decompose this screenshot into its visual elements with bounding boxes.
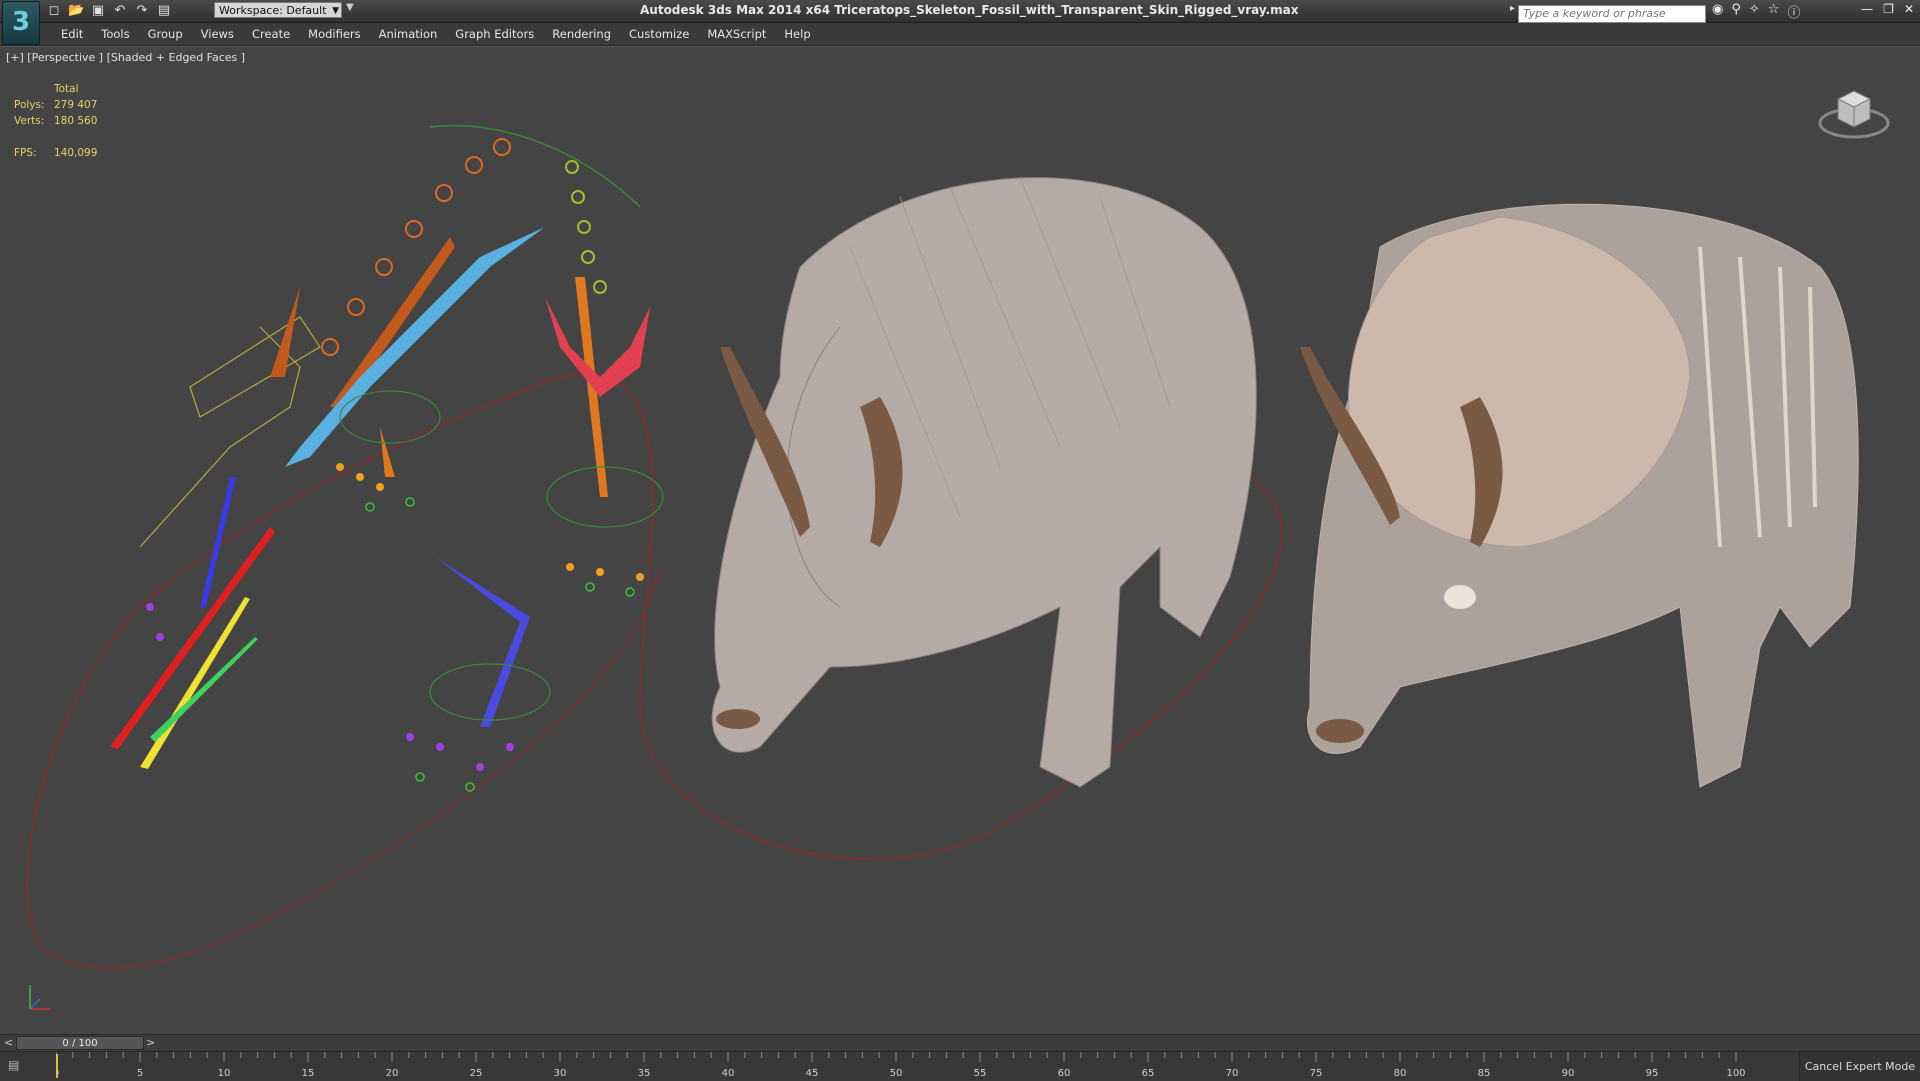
minimize-icon[interactable]: —: [1861, 2, 1873, 16]
stats-header: Total: [54, 83, 79, 95]
viewport-label[interactable]: [+] [Perspective ] [Shaded + Edged Faces…: [6, 51, 245, 64]
path-spline-secondary[interactable]: [39, 566, 661, 969]
ruler-tick-label: 100: [1726, 1068, 1745, 1079]
save-icon[interactable]: ▣: [90, 3, 106, 19]
infocenter-toolbar: ◉ ⚲ ✧ ☆ ⓘ: [1712, 2, 1800, 21]
time-previous-button[interactable]: <: [4, 1035, 13, 1051]
polys-value: 279 407: [54, 99, 98, 111]
fps-label: FPS:: [14, 147, 37, 159]
menu-help[interactable]: Help: [775, 23, 819, 45]
scene-canvas[interactable]: [0, 47, 1920, 1035]
menu-modifiers[interactable]: Modifiers: [299, 23, 370, 45]
restore-icon[interactable]: ❐: [1883, 2, 1894, 16]
quick-access-toolbar: ◻ 📂 ▣ ↶ ↷ ▤: [46, 2, 172, 20]
ruler-tick-label: 55: [974, 1068, 987, 1079]
menu-group[interactable]: Group: [139, 23, 192, 45]
ruler-tick-label: 30: [554, 1068, 567, 1079]
ruler-tick-label: 40: [722, 1068, 735, 1079]
title-bar: 3 ◻ 📂 ▣ ↶ ↷ ▤ Workspace: Default ▼ ▼ Aut…: [0, 0, 1920, 45]
ruler-tick-label: 50: [890, 1068, 903, 1079]
frame-ruler[interactable]: 0510152025303540455055606570758085909510…: [56, 1052, 1756, 1081]
redo-icon[interactable]: ↷: [134, 3, 150, 19]
search-expand-icon[interactable]: ▸: [1510, 3, 1515, 14]
ruler-tick-label: 90: [1562, 1068, 1575, 1079]
star-communication-icon[interactable]: ✧: [1749, 2, 1760, 21]
ruler-tick-label: 65: [1142, 1068, 1155, 1079]
workspace-dropdown[interactable]: Workspace: Default ▼: [214, 2, 342, 18]
ruler-tick-label: 80: [1394, 1068, 1407, 1079]
project-folder-icon[interactable]: ▤: [156, 3, 172, 19]
triceratops-skeleton-fossil[interactable]: [1300, 203, 1859, 788]
qat-customize-icon[interactable]: ▼: [346, 2, 354, 13]
menu-views[interactable]: Views: [192, 23, 243, 45]
search-input[interactable]: [1518, 4, 1706, 23]
ruler-tick-label: 85: [1478, 1068, 1491, 1079]
menu-tools[interactable]: Tools: [92, 23, 138, 45]
time-next-button[interactable]: >: [146, 1035, 155, 1051]
triceratops-skin-mesh[interactable]: [711, 176, 1257, 788]
menu-graph-editors[interactable]: Graph Editors: [446, 23, 543, 45]
window-title: Autodesk 3ds Max 2014 x64 Triceratops_Sk…: [640, 3, 1299, 17]
star-icon[interactable]: ☆: [1768, 2, 1780, 21]
menu-edit[interactable]: Edit: [52, 23, 92, 45]
undo-icon[interactable]: ↶: [112, 3, 128, 19]
mini-curve-editor-icon[interactable]: ▤: [8, 1058, 32, 1074]
ruler-tick-label: 25: [470, 1068, 483, 1079]
viewcube-icon[interactable]: [1816, 79, 1892, 145]
ruler-tick-label: 75: [1310, 1068, 1323, 1079]
menu-animation[interactable]: Animation: [370, 23, 447, 45]
close-icon[interactable]: ✕: [1904, 2, 1914, 16]
ruler-tick-label: 70: [1226, 1068, 1239, 1079]
time-slider-bar: < 0 / 100 >: [0, 1034, 1920, 1051]
chevron-down-icon: ▼: [332, 6, 339, 16]
ruler-tick-label: 5: [137, 1068, 143, 1079]
binoculars-icon[interactable]: ◉: [1712, 2, 1723, 21]
ruler-tick-label: 95: [1646, 1068, 1659, 1079]
ruler-tick-label: 10: [218, 1068, 231, 1079]
perspective-viewport[interactable]: [+] [Perspective ] [Shaded + Edged Faces…: [0, 46, 1920, 1035]
time-slider[interactable]: 0 / 100: [16, 1036, 144, 1050]
window-controls: — ❐ ✕: [1861, 2, 1914, 16]
menu-rendering[interactable]: Rendering: [543, 23, 620, 45]
application-menu-button[interactable]: 3: [2, 1, 40, 45]
polys-label: Polys:: [14, 99, 45, 111]
menu-create[interactable]: Create: [243, 23, 299, 45]
search-box: ▸: [1510, 2, 1706, 23]
ruler-tick-label: 15: [302, 1068, 315, 1079]
open-file-icon[interactable]: 📂: [68, 3, 84, 19]
workspace-label: Workspace: Default: [219, 4, 327, 17]
ruler-tick-label: 60: [1058, 1068, 1071, 1079]
key-icon[interactable]: ⚲: [1731, 2, 1741, 21]
ruler-tick-label: 20: [386, 1068, 399, 1079]
current-frame-marker[interactable]: [56, 1054, 58, 1078]
axis-tripod-icon: [29, 985, 50, 1010]
3dsmax-logo-icon: 3: [11, 7, 31, 37]
ruler-tick-label: 45: [806, 1068, 819, 1079]
menu-customize[interactable]: Customize: [620, 23, 698, 45]
cancel-expert-mode-button[interactable]: Cancel Expert Mode: [1799, 1052, 1920, 1081]
menu-bar: Edit Tools Group Views Create Modifiers …: [0, 23, 1920, 46]
track-bar: ▤ 05101520253035404550556065707580859095…: [0, 1051, 1920, 1081]
rig-skeleton-controls[interactable]: [110, 125, 664, 792]
help-icon[interactable]: ⓘ: [1787, 2, 1800, 21]
menu-maxscript[interactable]: MAXScript: [698, 23, 775, 45]
fps-value: 140,099: [54, 147, 98, 159]
viewport-statistics: Total Polys: 279 407 Verts: 180 560 FPS: 14…: [14, 81, 97, 161]
ruler-tick-label: 35: [638, 1068, 651, 1079]
verts-label: Verts:: [14, 115, 45, 127]
new-file-icon[interactable]: ◻: [46, 3, 62, 19]
verts-value: 180 560: [54, 115, 98, 127]
